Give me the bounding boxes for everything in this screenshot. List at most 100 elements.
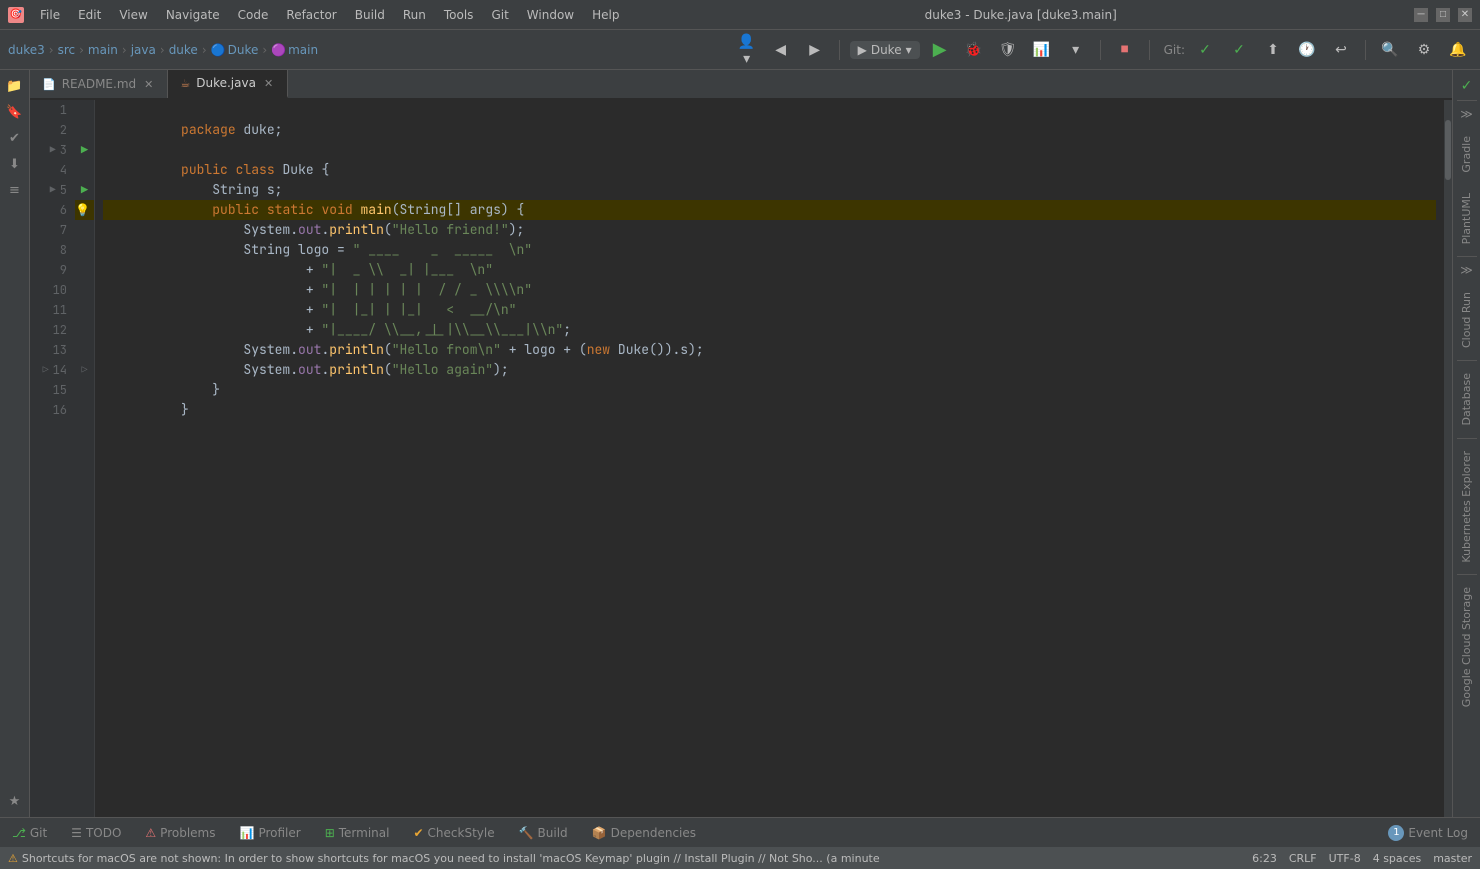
bottom-tab-terminal[interactable]: ⊞ Terminal xyxy=(313,818,402,847)
search-button[interactable]: 🔍 xyxy=(1376,36,1404,64)
tab-readme[interactable]: 📄 README.md ✕ xyxy=(30,70,168,98)
sidebar-icon-pullrequest[interactable]: ⬇ xyxy=(3,152,27,176)
breadcrumb-java[interactable]: java xyxy=(131,43,156,57)
sidebar-icon-structure[interactable]: ≡ xyxy=(3,178,27,202)
git-update-button[interactable]: ⬆ xyxy=(1259,36,1287,64)
account-button[interactable]: 👤 ▾ xyxy=(733,36,761,64)
line-numbers: 1 2 ▶ 3 4 ▶ 5 6 7 8 9 10 11 12 13 xyxy=(30,100,75,817)
line-num-4: 4 xyxy=(38,160,67,180)
editor-area: 📄 README.md ✕ ☕ Duke.java ✕ 1 2 ▶ 3 4 xyxy=(30,70,1452,817)
line-col[interactable]: 6:23 xyxy=(1252,852,1277,865)
menu-navigate[interactable]: Navigate xyxy=(158,6,228,24)
breadcrumb: duke3 › src › main › java › duke › 🔵 Duk… xyxy=(8,43,318,57)
menu-file[interactable]: File xyxy=(32,6,68,24)
vtab-gcs[interactable]: Google Cloud Storage xyxy=(1457,577,1476,717)
indent[interactable]: 4 spaces xyxy=(1373,852,1422,865)
bulb-icon[interactable]: 💡 xyxy=(75,200,90,220)
coverage-button[interactable]: 🛡 xyxy=(994,36,1022,64)
menu-tools[interactable]: Tools xyxy=(436,6,482,24)
breadcrumb-class[interactable]: 🔵 xyxy=(211,43,226,57)
line-num-10: 10 xyxy=(38,280,67,300)
fold-arrow-14[interactable]: ▷ xyxy=(43,360,49,380)
sidebar-icon-favorites[interactable]: ★ xyxy=(3,789,27,813)
stop-button[interactable]: ⏹ xyxy=(1111,36,1139,64)
menu-edit[interactable]: Edit xyxy=(70,6,109,24)
menu-code[interactable]: Code xyxy=(230,6,277,24)
bottom-tab-git[interactable]: ⎇ Git xyxy=(0,818,59,847)
menu-refactor[interactable]: Refactor xyxy=(278,6,344,24)
bottom-tab-todo[interactable]: ☰ TODO xyxy=(59,818,133,847)
breadcrumb-duke-class[interactable]: Duke xyxy=(228,43,259,57)
gutter-3[interactable]: ▶ xyxy=(75,140,94,160)
vertical-scrollbar[interactable] xyxy=(1444,100,1452,817)
cloud-run-expand[interactable]: ≫ xyxy=(1460,259,1473,282)
check-mark-icon: ✓ xyxy=(1461,78,1473,94)
tab-duke-java[interactable]: ☕ Duke.java ✕ xyxy=(168,70,288,98)
gutter-6[interactable]: 💡 xyxy=(75,200,94,220)
vtab-kubernetes[interactable]: Kubernetes Explorer xyxy=(1457,441,1476,573)
run-gutter-5[interactable]: ▶ xyxy=(81,180,88,200)
fold-arrow-3[interactable]: ▶ xyxy=(50,140,56,160)
tab-java-close[interactable]: ✕ xyxy=(262,77,275,90)
menu-git[interactable]: Git xyxy=(483,6,516,24)
sidebar-icon-project[interactable]: 📁 xyxy=(3,74,27,98)
bottom-tab-problems[interactable]: ⚠ Problems xyxy=(133,818,227,847)
breadcrumb-src[interactable]: src xyxy=(58,43,76,57)
menu-run[interactable]: Run xyxy=(395,6,434,24)
code-content[interactable]: package duke; public class Duke { String… xyxy=(95,100,1444,817)
bottom-tab-checkstyle[interactable]: ✔ CheckStyle xyxy=(401,818,506,847)
line-num-8: 8 xyxy=(38,240,67,260)
debug-button[interactable]: 🐞 xyxy=(960,36,988,64)
tab-readme-close[interactable]: ✕ xyxy=(142,78,155,91)
todo-tab-icon: ☰ xyxy=(71,826,82,840)
breadcrumb-duke[interactable]: duke xyxy=(169,43,198,57)
title-bar-left: 🎯 File Edit View Navigate Code Refactor … xyxy=(8,6,627,24)
bottom-tab-dependencies[interactable]: 📦 Dependencies xyxy=(580,818,708,847)
git-branch[interactable]: master xyxy=(1433,852,1472,865)
charset[interactable]: UTF-8 xyxy=(1329,852,1361,865)
breadcrumb-main-method[interactable]: main xyxy=(288,43,318,57)
git-rollback-button[interactable]: ↩ xyxy=(1327,36,1355,64)
run-config-dropdown[interactable]: ▶ Duke ▾ xyxy=(850,41,920,59)
run-gutter-3[interactable]: ▶ xyxy=(81,140,88,160)
breadcrumb-main[interactable]: main xyxy=(88,43,118,57)
run-button[interactable]: ▶ xyxy=(926,36,954,64)
scrollbar-thumb[interactable] xyxy=(1445,120,1451,180)
menu-help[interactable]: Help xyxy=(584,6,627,24)
vtab-database[interactable]: Database xyxy=(1457,363,1476,436)
vtab-gradle[interactable]: Gradle xyxy=(1457,126,1476,183)
back-button[interactable]: ◀ xyxy=(767,36,795,64)
vtab-plantuml[interactable]: PlantUML xyxy=(1457,183,1476,254)
expand-button[interactable]: ≫ xyxy=(1460,103,1473,126)
vtab-cloudrun[interactable]: Cloud Run xyxy=(1457,282,1476,358)
line-num-16: 16 xyxy=(38,400,67,420)
sidebar-icon-commit[interactable]: ✔ xyxy=(3,126,27,150)
sidebar-icon-bookmark[interactable]: 🔖 xyxy=(3,100,27,124)
maximize-button[interactable]: □ xyxy=(1436,8,1450,22)
profiler-button[interactable]: 📊 xyxy=(1028,36,1056,64)
code-line-5: public static void main(String[] args) { xyxy=(103,180,1436,200)
git-push-button[interactable]: ✓ xyxy=(1225,36,1253,64)
breadcrumb-method[interactable]: 🟣 xyxy=(271,43,286,57)
line-num-12: 12 xyxy=(38,320,67,340)
menu-window[interactable]: Window xyxy=(519,6,582,24)
fold-arrow-5[interactable]: ▶ xyxy=(50,180,56,200)
close-button[interactable]: ✕ xyxy=(1458,8,1472,22)
settings-button[interactable]: ⚙ xyxy=(1410,36,1438,64)
menu-build[interactable]: Build xyxy=(347,6,393,24)
status-warning-text[interactable]: Shortcuts for macOS are not shown: In or… xyxy=(22,852,880,865)
git-checkmark-button[interactable]: ✓ xyxy=(1191,36,1219,64)
git-history-button[interactable]: 🕐 xyxy=(1293,36,1321,64)
more-run-button[interactable]: ▾ xyxy=(1062,36,1090,64)
notifications-button[interactable]: 🔔 xyxy=(1444,36,1472,64)
event-log[interactable]: 1 Event Log xyxy=(1376,818,1480,847)
menu-view[interactable]: View xyxy=(111,6,155,24)
line-ending[interactable]: CRLF xyxy=(1289,852,1317,865)
tab-readme-label: README.md xyxy=(62,77,136,91)
minimize-button[interactable]: ─ xyxy=(1414,8,1428,22)
bottom-tab-build[interactable]: 🔨 Build xyxy=(507,818,580,847)
breadcrumb-project[interactable]: duke3 xyxy=(8,43,45,57)
forward-button[interactable]: ▶ xyxy=(801,36,829,64)
bottom-tab-profiler[interactable]: 📊 Profiler xyxy=(227,818,312,847)
gutter-5[interactable]: ▶ xyxy=(75,180,94,200)
